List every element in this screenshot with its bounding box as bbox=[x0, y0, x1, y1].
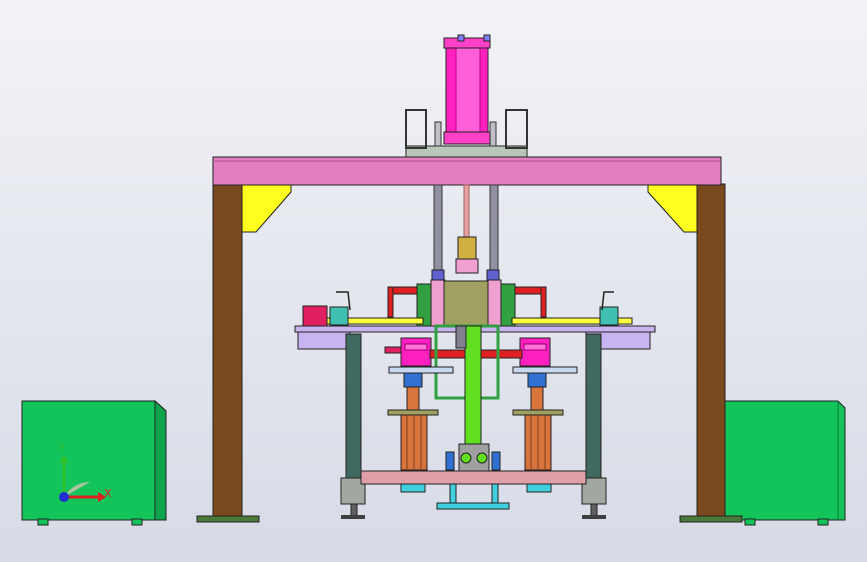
left-cabinet bbox=[21, 399, 167, 526]
right-gusset bbox=[647, 184, 698, 233]
x-axis-label: X bbox=[104, 487, 112, 500]
base-plate bbox=[360, 470, 587, 510]
left-gusset bbox=[241, 184, 292, 233]
lower-drive bbox=[445, 443, 501, 473]
right-cabinet bbox=[723, 400, 846, 526]
y-axis-label: Y bbox=[57, 442, 65, 455]
top-frame-beam bbox=[212, 156, 722, 186]
machine-assembly-drawing: X Y bbox=[21, 34, 846, 526]
top-air-cylinder bbox=[405, 34, 528, 158]
right-spring-stack bbox=[512, 366, 578, 471]
left-frame-post bbox=[196, 183, 260, 523]
left-spring-stack bbox=[387, 366, 454, 471]
z-axis-dot bbox=[59, 492, 69, 502]
cad-viewport[interactable]: X Y bbox=[0, 0, 867, 562]
